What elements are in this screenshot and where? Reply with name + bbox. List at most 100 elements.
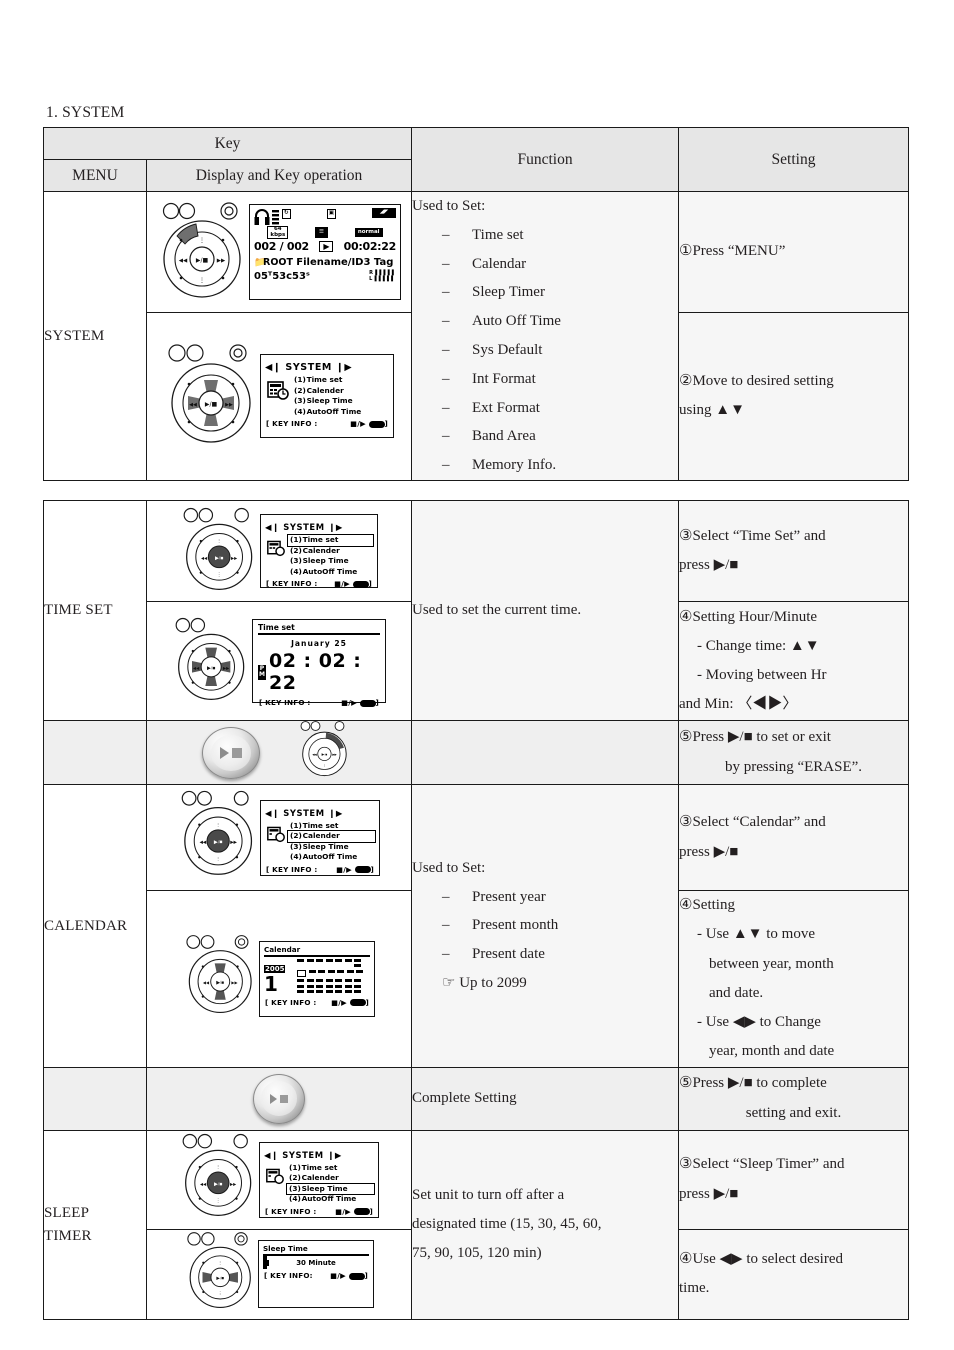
setting-step-3-line1: ③Select “Time Set” and (679, 527, 826, 544)
setting-step-2-line2: using ▲▼ (679, 402, 745, 419)
remaining-time: 05ᵀ53ᴄ53ˢ (254, 271, 310, 282)
navigation-wheel-icon: ▶/■ ◀◀ ▶▶ ⋮ ⋮ (162, 202, 241, 298)
lcd-keyinfo-keys: ■/▶ (334, 579, 350, 588)
svg-text:◀◀: ◀◀ (199, 840, 206, 845)
list-item-label: Ext Format (472, 399, 540, 416)
setting-cell-sleep-3: ③Select “Sleep Timer” and press ▶/■ (678, 1129, 909, 1230)
row-system: SYSTEM ▶/■ ◀◀ ▶▶ ⋮ ⋮ ↻ ▣ ◢◤ 64 kbps ☰ no… (43, 191, 910, 481)
list-item-label: Time set (472, 226, 524, 243)
settings-table: TIME SET ▶/■ ◀◀ ▶▶ ⋮ ⋮ ◀❙ SYSTEM ❙▶ (1) … (43, 500, 909, 1320)
function-text: Used to set the current time. (412, 602, 582, 619)
lcd-keyinfo-label: [ KEY INFO: (264, 1271, 313, 1280)
lcd-menu-item: (1) Time set (292, 375, 389, 386)
navigation-wheel-icon: ▶/■ ◀◀ ▶▶ (175, 617, 245, 700)
lcd-menu-title: ◀❙ SYSTEM ❙▶ (265, 522, 343, 532)
row-calendar-complete: Complete Setting ⑤Press ▶/■ to complete … (43, 1066, 909, 1131)
dash-marker: – (442, 226, 450, 243)
function-line3: 75, 90, 105, 120 min) (412, 1244, 542, 1261)
list-item: – Calendar (412, 250, 678, 279)
lcd-menu-item-label: AutoOff Time (306, 406, 362, 416)
list-item: – Present year (412, 883, 678, 912)
volume-bars-icon (272, 210, 279, 225)
display-cell-calendar-menu: ▶/■ ◀◀ ▶▶ ⋮ ⋮ ◀❙ SYSTEM ❙▶ (1) Time set … (146, 784, 412, 891)
play-stop-button[interactable] (202, 726, 260, 779)
stop-icon (232, 747, 242, 758)
function-cell-complete: Complete Setting (411, 1066, 679, 1131)
menu-cell-time-set: TIME SET (43, 500, 147, 721)
lcd-menu-item: (3) Sleep Time (288, 556, 373, 567)
svg-text:⋮: ⋮ (199, 278, 205, 284)
dpad-graphic-6: ▶/■ ◀◀ ▶▶ ⋮ ⋮ (178, 789, 260, 886)
setting-step-4-line2: between year, month (709, 955, 834, 972)
dash-marker: – (442, 399, 450, 416)
play-stop-button[interactable] (253, 1073, 305, 1124)
svg-text:⋮: ⋮ (216, 857, 221, 863)
setting-cell-system-2: ②Move to desired setting using ▲▼ (678, 312, 910, 481)
setting-step-4-title: ④Setting (679, 897, 735, 913)
lcd-menu-item-num: (2) (289, 1173, 301, 1182)
svg-text:▶▶: ▶▶ (230, 1181, 237, 1186)
svg-text:▶▶: ▶▶ (230, 840, 237, 845)
erase-key-icon (349, 999, 366, 1007)
row-sleep-timer-1: SLEEP TIMER ▶/■ ◀◀ ▶▶ ⋮ ⋮ ◀❙ SYSTEM ❙▶ (… (43, 1129, 909, 1320)
svg-text:▶▶: ▶▶ (231, 980, 238, 985)
dash-marker: – (442, 946, 450, 963)
lcd-menu-item-label: Time set (302, 535, 339, 544)
dpad-graphic-9: ▶/■ ⋮ ⋮ (184, 1230, 258, 1319)
lcd-menu-list: (1) Time set (2) Calender (3) Sleep Time… (287, 534, 374, 578)
dpad-graphic-5: ▶/■ ◀◀ ▶▶ ⋮ (294, 721, 356, 784)
row-calendar-1: CALENDAR ▶/■ ◀◀ ▶▶ ⋮ ⋮ ◀❙ SYSTEM ❙▶ (1) … (43, 784, 909, 1068)
system-settings-icon (267, 825, 285, 843)
svg-text:⋮: ⋮ (218, 1260, 223, 1265)
dash-marker: – (442, 370, 450, 387)
lcd-menu-item: (4) AutoOff Time (288, 567, 373, 578)
svg-text:⋮: ⋮ (217, 539, 222, 545)
erase-key-icon (354, 866, 371, 873)
lcd-keyinfo-keys: ■/▶ (335, 1206, 351, 1216)
lcd-keyinfo-label: [ KEY INFO : (266, 579, 318, 588)
lcd-menu-item-label: Sleep Time (306, 396, 353, 406)
list-item: – Ext Format (412, 394, 678, 423)
meridiem-indicator: P M (258, 664, 266, 680)
navigation-wheel-icon: ▶/■ ◀◀ ▶▶ (168, 344, 251, 444)
lcd-keyinfo-label: [ KEY INFO : (266, 864, 318, 874)
lcd-menu-item-num: (4) (290, 566, 302, 576)
dash-marker: – (442, 284, 450, 301)
header-key: Key (42, 127, 413, 160)
menu-label-line1: SLEEP (44, 1205, 90, 1221)
svg-text:◀◀: ◀◀ (200, 1181, 207, 1186)
svg-text:◀◀: ◀◀ (189, 402, 197, 408)
lcd-menu-title: ◀❙ SYSTEM ❙▶ (264, 1149, 342, 1160)
system-settings-icon (267, 379, 289, 401)
folder-name: ROOT (263, 257, 293, 268)
list-item: – Present date (412, 940, 678, 969)
lcd-calendar-grid (294, 958, 370, 996)
channel-l-label: L (369, 275, 373, 282)
lcd-menu-item: (2) Calender (288, 546, 373, 557)
lcd-time-set-screen: Time set January 25 P M 02 : 02 : 22 [ K… (252, 619, 386, 707)
setting-step-3-line1: ③Select “Calendar” and (679, 814, 826, 831)
svg-text:▶/■: ▶/■ (196, 257, 209, 264)
lcd-menu-item: (2) Calender (292, 386, 389, 397)
display-cell-system-play: ▶/■ ◀◀ ▶▶ ⋮ ⋮ ↻ ▣ ◢◤ 64 kbps ☰ normal 00… (145, 191, 413, 313)
dash-marker: – (442, 313, 450, 330)
slider-knob[interactable] (263, 1255, 267, 1269)
lcd-menu-title-text: SYSTEM (283, 522, 325, 532)
svg-text:▶/■: ▶/■ (215, 555, 223, 561)
lcd-menu-item-num: (1) (289, 1162, 301, 1172)
function-cell-time-set: Used to set the current time. (411, 500, 679, 721)
header-function: Function (411, 127, 680, 192)
stop-icon (280, 1094, 288, 1103)
lcd-sleep-value: 30 Minute (296, 1259, 336, 1267)
function-item-list: – Present year – Present month – Present da… (412, 883, 678, 969)
lcd-time-date: January 25 (291, 639, 347, 648)
setting-step-5-line1: ⑤Press ▶/■ to set or exit (679, 729, 831, 746)
dash-marker: – (442, 428, 450, 445)
menu-cell-empty-1 (43, 720, 147, 785)
lcd-menu-item-label: Time set (302, 820, 339, 830)
setting-cell-sleep-4: ④Use ◀▶ to select desired time. (678, 1228, 909, 1320)
setting-cell-time-set-5: ⑤Press ▶/■ to set or exit by pressing “E… (678, 720, 909, 785)
setting-step-4-line1: - Use ▲▼ to move (697, 926, 816, 943)
svg-text:⋮: ⋮ (323, 764, 326, 768)
svg-text:⋮: ⋮ (218, 1291, 223, 1296)
